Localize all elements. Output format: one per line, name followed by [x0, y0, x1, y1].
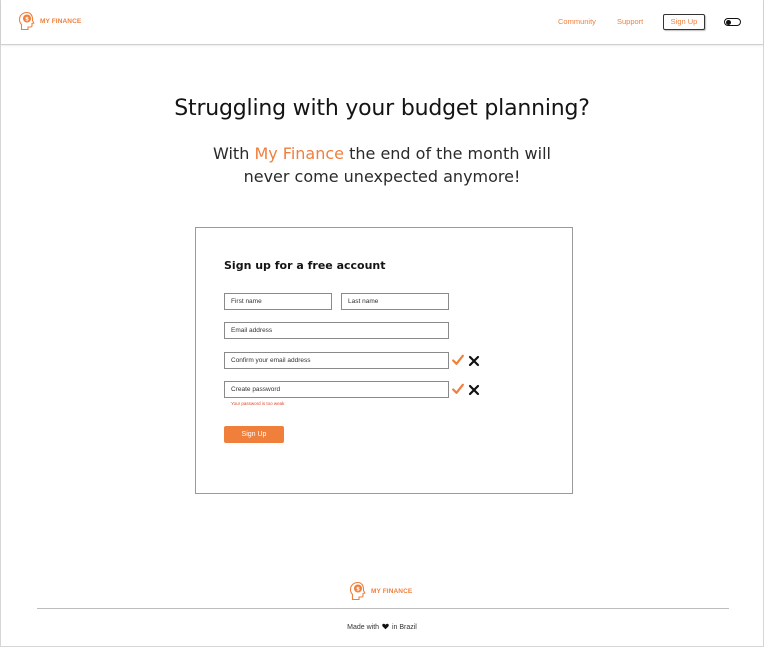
- footer-made-with: Made with: [347, 624, 380, 631]
- first-name-input[interactable]: [224, 293, 332, 310]
- x-icon[interactable]: [468, 355, 480, 367]
- signup-form-title: Sign up for a free account: [224, 259, 386, 272]
- top-navigation-bar: $ MY FINANCE Community Support Sign Up: [1, 0, 763, 45]
- footer-brand-logo[interactable]: $ MY FINANCE: [349, 581, 412, 601]
- nav-signup-button[interactable]: Sign Up: [663, 14, 705, 30]
- footer-brand-name: MY FINANCE: [371, 587, 413, 595]
- heart-icon: [382, 623, 389, 630]
- email-input[interactable]: [224, 322, 449, 339]
- toggle-icon: [726, 19, 731, 25]
- brand-logo[interactable]: $ MY FINANCE: [18, 11, 81, 31]
- brand-name: MY FINANCE: [40, 17, 82, 25]
- nav-support-link[interactable]: Support: [617, 17, 643, 26]
- footer-credit: Made with in Brazil: [1, 623, 763, 631]
- head-coin-icon: $: [18, 11, 35, 31]
- last-name-input[interactable]: [341, 293, 449, 310]
- head-coin-icon: $: [349, 581, 366, 601]
- footer-divider: [37, 608, 729, 609]
- svg-text:$: $: [25, 17, 29, 23]
- nav-community-link[interactable]: Community: [558, 17, 596, 26]
- theme-toggle[interactable]: [724, 18, 741, 26]
- signup-card: Sign up for a free account Your password…: [195, 227, 573, 494]
- hero-title: Struggling with your budget planning?: [174, 96, 590, 121]
- svg-text:$: $: [356, 587, 360, 593]
- hero-subtitle-line2: never come unexpected anymore!: [243, 167, 521, 186]
- hero-subtitle-line1: the end of the month will: [344, 144, 551, 163]
- check-icon[interactable]: [452, 354, 464, 366]
- hero-subtitle-prefix: With: [213, 144, 255, 163]
- hero-subtitle: With My Finance the end of the month wil…: [1, 142, 763, 188]
- x-icon[interactable]: [468, 384, 480, 396]
- create-password-input[interactable]: [224, 381, 449, 398]
- footer-in-brazil: in Brazil: [391, 624, 417, 631]
- password-error-message: Your password is too weak: [231, 401, 285, 406]
- check-icon[interactable]: [452, 383, 464, 395]
- confirm-email-input[interactable]: [224, 352, 449, 369]
- hero-subtitle-brand: My Finance: [254, 144, 345, 163]
- signup-submit-button[interactable]: Sign Up: [224, 426, 284, 443]
